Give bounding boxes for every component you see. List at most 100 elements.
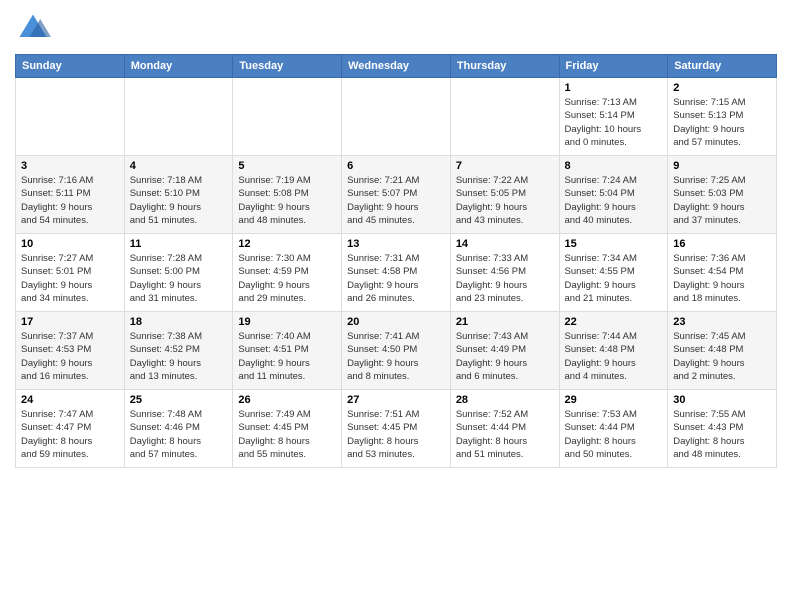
day-info: Sunrise: 7:40 AM Sunset: 4:51 PM Dayligh… [238,330,336,383]
calendar-week-row: 24 Sunrise: 7:47 AM Sunset: 4:47 PM Dayli… [16,390,777,468]
calendar-week-row: 10 Sunrise: 7:27 AM Sunset: 5:01 PM Dayli… [16,234,777,312]
day-info: Sunrise: 7:25 AM Sunset: 5:03 PM Dayligh… [673,174,771,227]
day-info: Sunrise: 7:47 AM Sunset: 4:47 PM Dayligh… [21,408,119,461]
calendar-header-row: SundayMondayTuesdayWednesdayThursdayFrid… [16,55,777,78]
day-info: Sunrise: 7:37 AM Sunset: 4:53 PM Dayligh… [21,330,119,383]
day-info: Sunrise: 7:38 AM Sunset: 4:52 PM Dayligh… [130,330,228,383]
day-info: Sunrise: 7:49 AM Sunset: 4:45 PM Dayligh… [238,408,336,461]
day-number: 30 [673,394,771,406]
calendar-table: SundayMondayTuesdayWednesdayThursdayFrid… [15,54,777,468]
day-number: 13 [347,238,445,250]
calendar-cell [342,78,451,156]
calendar-cell: 9 Sunrise: 7:25 AM Sunset: 5:03 PM Daylig… [668,156,777,234]
day-number: 28 [456,394,554,406]
weekday-header: Thursday [450,55,559,78]
calendar-cell: 7 Sunrise: 7:22 AM Sunset: 5:05 PM Daylig… [450,156,559,234]
calendar-cell: 6 Sunrise: 7:21 AM Sunset: 5:07 PM Daylig… [342,156,451,234]
day-number: 2 [673,82,771,94]
calendar-cell [16,78,125,156]
day-info: Sunrise: 7:16 AM Sunset: 5:11 PM Dayligh… [21,174,119,227]
calendar-cell: 19 Sunrise: 7:40 AM Sunset: 4:51 PM Dayli… [233,312,342,390]
day-number: 5 [238,160,336,172]
calendar-cell: 17 Sunrise: 7:37 AM Sunset: 4:53 PM Dayli… [16,312,125,390]
calendar-cell: 10 Sunrise: 7:27 AM Sunset: 5:01 PM Dayli… [16,234,125,312]
day-number: 8 [565,160,663,172]
calendar-cell: 2 Sunrise: 7:15 AM Sunset: 5:13 PM Daylig… [668,78,777,156]
calendar-cell: 3 Sunrise: 7:16 AM Sunset: 5:11 PM Daylig… [16,156,125,234]
calendar-cell [233,78,342,156]
calendar-cell: 25 Sunrise: 7:48 AM Sunset: 4:46 PM Dayli… [124,390,233,468]
calendar-cell: 4 Sunrise: 7:18 AM Sunset: 5:10 PM Daylig… [124,156,233,234]
day-info: Sunrise: 7:41 AM Sunset: 4:50 PM Dayligh… [347,330,445,383]
day-number: 11 [130,238,228,250]
day-info: Sunrise: 7:55 AM Sunset: 4:43 PM Dayligh… [673,408,771,461]
day-info: Sunrise: 7:27 AM Sunset: 5:01 PM Dayligh… [21,252,119,305]
calendar-week-row: 1Sunrise: 7:13 AM Sunset: 5:14 PM Daylig… [16,78,777,156]
weekday-header: Wednesday [342,55,451,78]
day-number: 25 [130,394,228,406]
day-number: 26 [238,394,336,406]
day-info: Sunrise: 7:51 AM Sunset: 4:45 PM Dayligh… [347,408,445,461]
day-number: 4 [130,160,228,172]
calendar-cell: 21 Sunrise: 7:43 AM Sunset: 4:49 PM Dayli… [450,312,559,390]
day-number: 6 [347,160,445,172]
day-info: Sunrise: 7:44 AM Sunset: 4:48 PM Dayligh… [565,330,663,383]
day-number: 29 [565,394,663,406]
calendar-cell: 20Sunrise: 7:41 AM Sunset: 4:50 PM Dayli… [342,312,451,390]
calendar-cell: 26 Sunrise: 7:49 AM Sunset: 4:45 PM Dayli… [233,390,342,468]
day-info: Sunrise: 7:43 AM Sunset: 4:49 PM Dayligh… [456,330,554,383]
calendar-cell: 30 Sunrise: 7:55 AM Sunset: 4:43 PM Dayli… [668,390,777,468]
day-number: 27 [347,394,445,406]
calendar-cell: 11Sunrise: 7:28 AM Sunset: 5:00 PM Dayli… [124,234,233,312]
day-info: Sunrise: 7:21 AM Sunset: 5:07 PM Dayligh… [347,174,445,227]
day-number: 9 [673,160,771,172]
day-info: Sunrise: 7:33 AM Sunset: 4:56 PM Dayligh… [456,252,554,305]
day-info: Sunrise: 7:30 AM Sunset: 4:59 PM Dayligh… [238,252,336,305]
calendar-cell [450,78,559,156]
calendar-cell: 8 Sunrise: 7:24 AM Sunset: 5:04 PM Daylig… [559,156,668,234]
calendar-cell: 16 Sunrise: 7:36 AM Sunset: 4:54 PM Dayli… [668,234,777,312]
day-number: 3 [21,160,119,172]
calendar-cell: 14Sunrise: 7:33 AM Sunset: 4:56 PM Dayli… [450,234,559,312]
calendar-cell: 12 Sunrise: 7:30 AM Sunset: 4:59 PM Dayli… [233,234,342,312]
calendar-cell: 1Sunrise: 7:13 AM Sunset: 5:14 PM Daylig… [559,78,668,156]
day-info: Sunrise: 7:15 AM Sunset: 5:13 PM Dayligh… [673,96,771,149]
day-number: 15 [565,238,663,250]
day-info: Sunrise: 7:53 AM Sunset: 4:44 PM Dayligh… [565,408,663,461]
day-number: 22 [565,316,663,328]
day-info: Sunrise: 7:24 AM Sunset: 5:04 PM Dayligh… [565,174,663,227]
day-info: Sunrise: 7:18 AM Sunset: 5:10 PM Dayligh… [130,174,228,227]
day-number: 21 [456,316,554,328]
calendar-cell: 29 Sunrise: 7:53 AM Sunset: 4:44 PM Dayli… [559,390,668,468]
weekday-header: Monday [124,55,233,78]
calendar-cell: 24 Sunrise: 7:47 AM Sunset: 4:47 PM Dayli… [16,390,125,468]
calendar-week-row: 17 Sunrise: 7:37 AM Sunset: 4:53 PM Dayli… [16,312,777,390]
weekday-header: Saturday [668,55,777,78]
day-info: Sunrise: 7:22 AM Sunset: 5:05 PM Dayligh… [456,174,554,227]
day-number: 16 [673,238,771,250]
day-number: 24 [21,394,119,406]
calendar-cell: 5 Sunrise: 7:19 AM Sunset: 5:08 PM Daylig… [233,156,342,234]
calendar-cell: 18Sunrise: 7:38 AM Sunset: 4:52 PM Dayli… [124,312,233,390]
calendar-week-row: 3 Sunrise: 7:16 AM Sunset: 5:11 PM Daylig… [16,156,777,234]
weekday-header: Friday [559,55,668,78]
calendar-cell: 23 Sunrise: 7:45 AM Sunset: 4:48 PM Dayli… [668,312,777,390]
weekday-header: Tuesday [233,55,342,78]
day-number: 12 [238,238,336,250]
header [15,10,777,46]
logo [15,10,55,46]
day-info: Sunrise: 7:45 AM Sunset: 4:48 PM Dayligh… [673,330,771,383]
day-number: 17 [21,316,119,328]
day-info: Sunrise: 7:48 AM Sunset: 4:46 PM Dayligh… [130,408,228,461]
day-number: 7 [456,160,554,172]
calendar-cell: 27 Sunrise: 7:51 AM Sunset: 4:45 PM Dayli… [342,390,451,468]
day-info: Sunrise: 7:31 AM Sunset: 4:58 PM Dayligh… [347,252,445,305]
day-number: 23 [673,316,771,328]
calendar-cell [124,78,233,156]
day-number: 10 [21,238,119,250]
logo-icon [15,10,51,46]
day-info: Sunrise: 7:36 AM Sunset: 4:54 PM Dayligh… [673,252,771,305]
day-number: 19 [238,316,336,328]
day-number: 1 [565,82,663,94]
day-info: Sunrise: 7:19 AM Sunset: 5:08 PM Dayligh… [238,174,336,227]
